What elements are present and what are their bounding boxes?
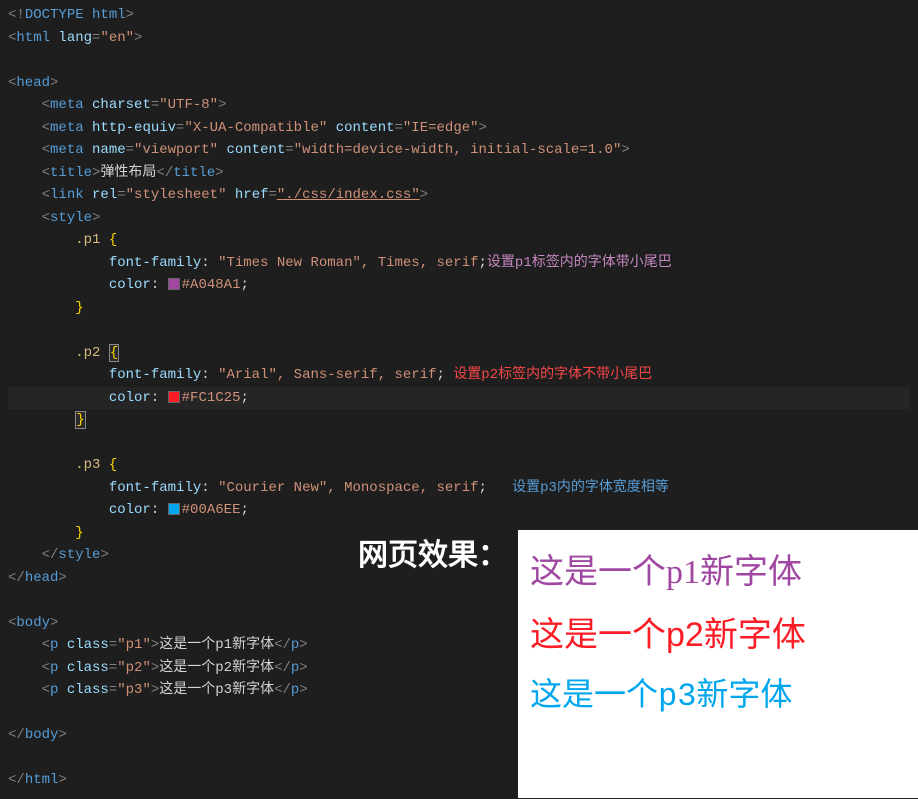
code-line xyxy=(8,49,910,72)
code-line: .p1 { xyxy=(8,229,910,252)
color-swatch-icon xyxy=(168,503,180,515)
code-line: color: #FC1C25; xyxy=(8,387,910,410)
preview-p1: 这是一个p1新字体 xyxy=(530,546,906,600)
preview-p2: 这是一个p2新字体 xyxy=(530,608,906,662)
preview-p3: 这是一个p3新字体 xyxy=(530,671,906,722)
code-line: <meta charset="UTF-8"> xyxy=(8,94,910,117)
code-line xyxy=(8,432,910,455)
code-line: <link rel="stylesheet" href="./css/index… xyxy=(8,184,910,207)
code-line: } xyxy=(8,297,910,320)
code-line: <title>弹性布局</title> xyxy=(8,162,910,185)
preview-panel: 这是一个p1新字体 这是一个p2新字体 这是一个p3新字体 xyxy=(518,530,918,798)
code-line: <!DOCTYPE html> xyxy=(8,4,910,27)
code-line: <style> xyxy=(8,207,910,230)
code-line: color: #A048A1; xyxy=(8,274,910,297)
code-line xyxy=(8,319,910,342)
code-line: <meta name="viewport" content="width=dev… xyxy=(8,139,910,162)
code-line: .p3 { xyxy=(8,454,910,477)
color-swatch-icon xyxy=(168,391,180,403)
code-line: font-family: "Times New Roman", Times, s… xyxy=(8,252,910,275)
code-line: color: #00A6EE; xyxy=(8,499,910,522)
code-line: <head> xyxy=(8,72,910,95)
code-line: } xyxy=(8,409,910,432)
color-swatch-icon xyxy=(168,278,180,290)
code-line: .p2 { xyxy=(8,342,910,365)
code-line: font-family: "Arial", Sans-serif, serif;… xyxy=(8,364,910,387)
code-line: font-family: "Courier New", Monospace, s… xyxy=(8,477,910,500)
code-line: <meta http-equiv="X-UA-Compatible" conte… xyxy=(8,117,910,140)
code-line: <html lang="en"> xyxy=(8,27,910,50)
preview-label: 网页效果： xyxy=(358,530,508,574)
